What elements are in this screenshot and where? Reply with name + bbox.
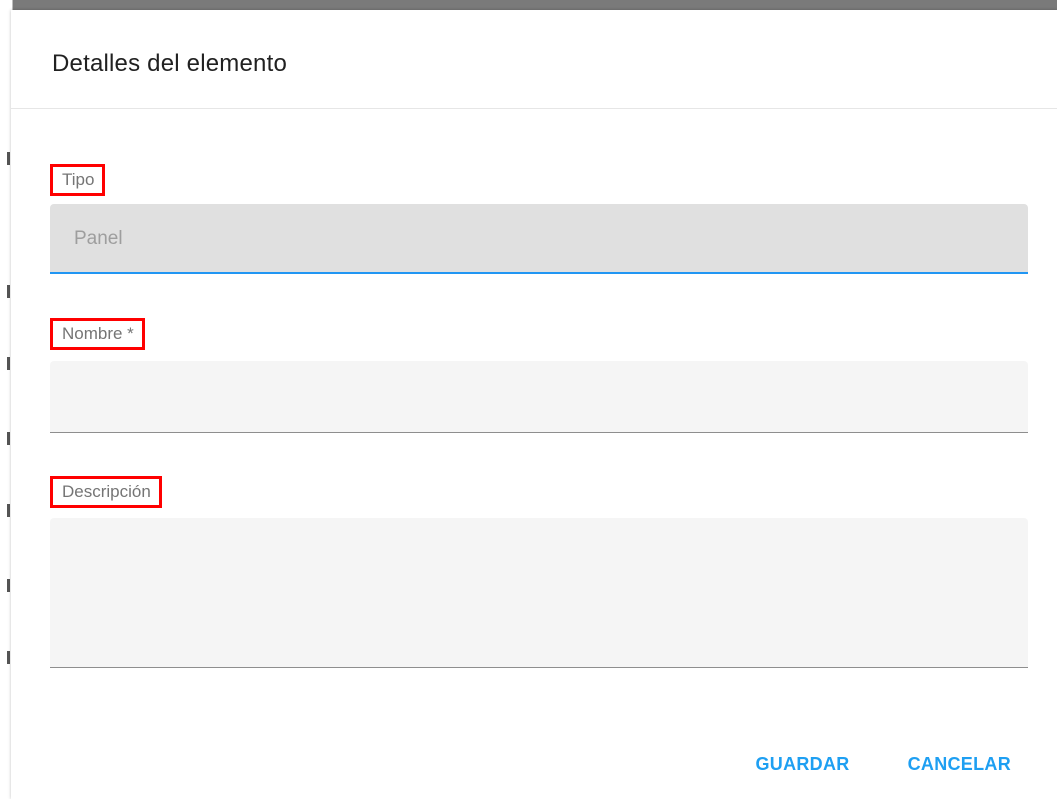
background-row-marker xyxy=(7,152,10,165)
background-row-marker xyxy=(7,579,10,592)
save-button[interactable]: GUARDAR xyxy=(755,754,849,775)
item-details-dialog: Detalles del elemento Tipo Panel Nombre … xyxy=(11,10,1057,799)
tipo-input: Panel xyxy=(50,204,1028,274)
dialog-title: Detalles del elemento xyxy=(52,50,288,77)
background-row-marker xyxy=(7,651,10,664)
tipo-label: Tipo xyxy=(50,164,106,196)
descripcion-label: Descripción xyxy=(50,476,162,508)
cancel-button[interactable]: CANCELAR xyxy=(908,754,1011,775)
dialog-actions: GUARDAR CANCELAR xyxy=(755,754,1011,775)
nombre-label: Nombre * xyxy=(50,318,145,350)
dialog-header: Detalles del elemento xyxy=(11,10,1057,109)
background-row-marker xyxy=(7,504,10,517)
background-row-marker xyxy=(7,285,10,298)
descripcion-textarea[interactable] xyxy=(50,518,1028,668)
background-row-marker xyxy=(7,357,10,370)
nombre-input[interactable] xyxy=(50,361,1028,433)
tipo-value: Panel xyxy=(74,228,123,249)
background-row-marker xyxy=(7,432,10,445)
